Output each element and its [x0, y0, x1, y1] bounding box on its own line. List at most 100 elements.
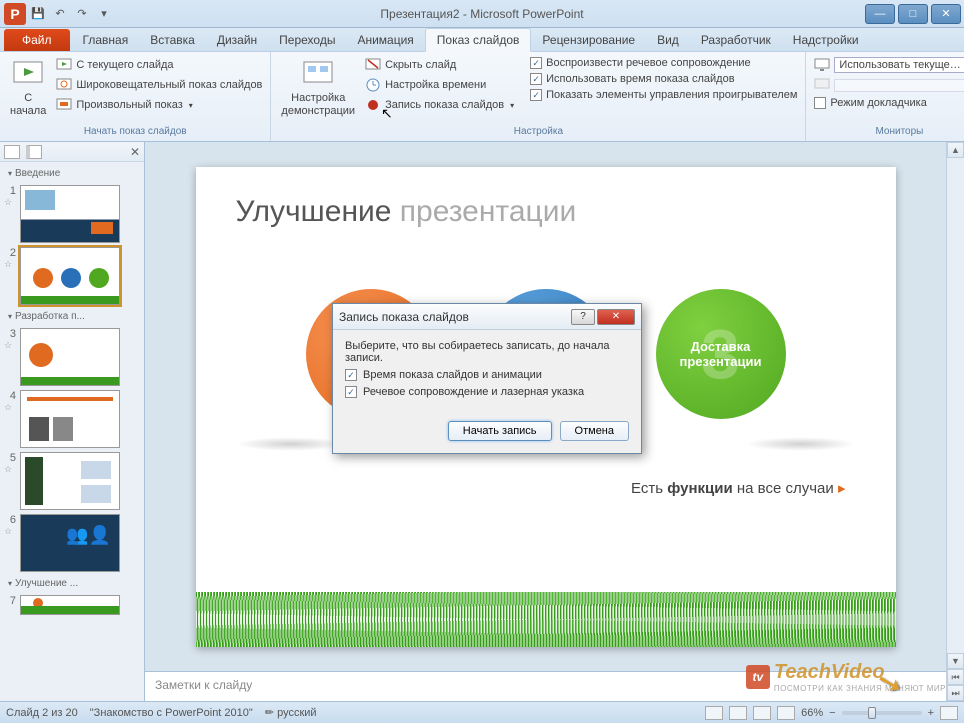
zoom-out-button[interactable]: − [829, 707, 835, 719]
custom-show-icon [56, 97, 72, 113]
zoom-in-button[interactable]: + [928, 707, 934, 719]
play-icon [12, 58, 44, 90]
tab-insert[interactable]: Вставка [139, 29, 206, 51]
circle-3: 3Доставкапрезентации [656, 289, 786, 419]
thumbnail-item[interactable]: 3☆ [4, 328, 140, 386]
slide-panel: ✕ Введение 1☆ 2☆ Разработка п... 3☆ 4☆ 5… [0, 142, 145, 701]
group-label: Начать показ слайдов [6, 126, 264, 139]
quick-access-toolbar: P 💾 ↶ ↷ ▾ [0, 3, 114, 25]
controls-checkbox[interactable]: ✓Показать элементы управления проигрыват… [528, 88, 799, 102]
setup-button[interactable]: Настройка демонстрации [277, 56, 359, 120]
outline-tab-icon[interactable] [26, 145, 42, 159]
clock-icon [365, 77, 381, 93]
close-button[interactable]: ✕ [931, 4, 961, 24]
dialog-close-button[interactable]: ✕ [597, 309, 635, 325]
group-label: Настройка [277, 126, 799, 139]
start-recording-button[interactable]: Начать запись [448, 421, 552, 441]
thumbnail-item[interactable]: 4☆ [4, 390, 140, 448]
maximize-button[interactable]: □ [898, 4, 928, 24]
zoom-slider[interactable] [842, 711, 922, 715]
tab-design[interactable]: Дизайн [206, 29, 268, 51]
tab-view[interactable]: Вид [646, 29, 690, 51]
zoom-value[interactable]: 66% [801, 707, 823, 719]
broadcast-button[interactable]: Широковещательный показ слайдов [54, 76, 264, 94]
status-lang[interactable]: ✏ русский [265, 706, 317, 719]
grass-graphic [196, 592, 896, 647]
broadcast-icon [56, 77, 72, 93]
slide-play-icon [56, 57, 72, 73]
narration-checkbox[interactable]: ✓Воспроизвести речевое сопровождение [528, 56, 799, 70]
show-on-dropdown: ▾ [812, 76, 964, 94]
section-header[interactable]: Разработка п... [4, 309, 140, 324]
slides-tab-icon[interactable] [4, 145, 20, 159]
ribbon-tabs: Файл Главная Вставка Дизайн Переходы Ани… [0, 28, 964, 52]
resolution-dropdown[interactable]: Использовать текуще…▾ [812, 56, 964, 74]
qat-save-icon[interactable]: 💾 [28, 4, 48, 24]
thumbnail-item[interactable]: 7 [4, 595, 140, 615]
window-title: Презентация2 - Microsoft PowerPoint [380, 7, 583, 21]
group-label: Мониторы [812, 126, 964, 139]
prev-slide-icon[interactable]: ⏮ [947, 669, 964, 685]
vertical-scrollbar[interactable]: ▲ ▼ ⏮ ⏭ [946, 142, 964, 701]
slide-title: Улучшение презентации [196, 167, 896, 239]
qat-more-icon[interactable]: ▾ [94, 4, 114, 24]
scroll-up-icon[interactable]: ▲ [947, 142, 964, 158]
dialog-titlebar[interactable]: Запись показа слайдов ? ✕ [333, 304, 641, 330]
ribbon: С начала С текущего слайда Широковещател… [0, 52, 964, 142]
dialog-opt2[interactable]: ✓Речевое сопровождение и лазерная указка [345, 386, 629, 398]
ribbon-group-setup: Настройка демонстрации Скрыть слайд Наст… [271, 52, 806, 141]
tagline: Есть функции на все случаи ▸ [196, 451, 896, 497]
normal-view-button[interactable] [705, 706, 723, 720]
file-tab[interactable]: Файл [4, 29, 70, 51]
section-header[interactable]: Введение [4, 166, 140, 181]
ribbon-group-start: С начала С текущего слайда Широковещател… [0, 52, 271, 141]
next-slide-icon[interactable]: ⏭ [947, 685, 964, 701]
cancel-button[interactable]: Отмена [560, 421, 629, 441]
from-current-button[interactable]: С текущего слайда [54, 56, 264, 74]
record-dialog: Запись показа слайдов ? ✕ Выберите, что … [332, 303, 642, 454]
watermark: tv TeachVideoПОСМОТРИ КАК ЗНАНИЯ МЕНЯЮТ … [746, 661, 946, 693]
sorter-view-button[interactable] [729, 706, 747, 720]
record-icon [365, 97, 381, 113]
hide-slide-button[interactable]: Скрыть слайд [363, 56, 516, 74]
custom-show-button[interactable]: Произвольный показ▾ [54, 96, 264, 114]
dialog-help-button[interactable]: ? [571, 309, 595, 325]
thumbnail-item[interactable]: 1☆ [4, 185, 140, 243]
thumbnail-list[interactable]: Введение 1☆ 2☆ Разработка п... 3☆ 4☆ 5☆ … [0, 162, 144, 701]
rehearse-button[interactable]: Настройка времени [363, 76, 516, 94]
monitor-icon [814, 77, 830, 93]
tab-addins[interactable]: Надстройки [782, 29, 870, 51]
window-controls: — □ ✕ [865, 4, 964, 24]
qat-undo-icon[interactable]: ↶ [50, 4, 70, 24]
section-header[interactable]: Улучшение ... [4, 576, 140, 591]
qat-redo-icon[interactable]: ↷ [72, 4, 92, 24]
tab-slideshow[interactable]: Показ слайдов [425, 28, 532, 52]
hide-icon [365, 57, 381, 73]
scroll-down-icon[interactable]: ▼ [947, 653, 964, 669]
dialog-opt1[interactable]: ✓Время показа слайдов и анимации [345, 369, 629, 381]
teachvideo-icon: tv [746, 665, 770, 689]
tab-transitions[interactable]: Переходы [268, 29, 346, 51]
panel-tabs: ✕ [0, 142, 144, 162]
thumbnail-item[interactable]: 6☆👥👤 [4, 514, 140, 572]
tab-home[interactable]: Главная [72, 29, 140, 51]
record-button[interactable]: Запись показа слайдов▾ [363, 96, 516, 114]
tab-animation[interactable]: Анимация [346, 29, 424, 51]
from-beginning-button[interactable]: С начала [6, 56, 50, 120]
dialog-prompt: Выберите, что вы собираетесь записать, д… [345, 340, 629, 364]
dialog-body: Выберите, что вы собираетесь записать, д… [333, 330, 641, 413]
app-icon[interactable]: P [4, 3, 26, 25]
tab-review[interactable]: Рецензирование [531, 29, 646, 51]
fit-button[interactable] [940, 706, 958, 720]
status-slide: Слайд 2 из 20 [6, 707, 78, 719]
thumbnail-item[interactable]: 5☆ [4, 452, 140, 510]
minimize-button[interactable]: — [865, 4, 895, 24]
tab-developer[interactable]: Разработчик [690, 29, 782, 51]
status-theme: "Знакомство с PowerPoint 2010" [90, 707, 253, 719]
timings-checkbox[interactable]: ✓Использовать время показа слайдов [528, 72, 799, 86]
slideshow-view-button[interactable] [777, 706, 795, 720]
presenter-checkbox[interactable]: Режим докладчика [812, 96, 964, 110]
panel-close-icon[interactable]: ✕ [130, 145, 140, 159]
thumbnail-item[interactable]: 2☆ [4, 247, 140, 305]
reading-view-button[interactable] [753, 706, 771, 720]
